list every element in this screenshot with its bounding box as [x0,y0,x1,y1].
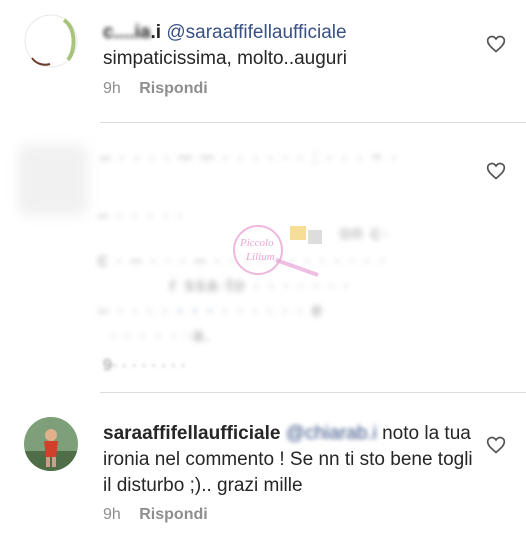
comment-meta: 9h Rispondi [103,506,208,524]
svg-text:Piccolo: Piccolo [239,237,274,249]
comment-2: – · · · · ─ ─ · · · · · · : · · · ~ · – … [0,125,526,390]
comment-text: c....ia.i @saraaffifellaufficiale simpat… [103,20,473,72]
avatar[interactable] [24,417,78,471]
blurred-text: – · · · · · · · · · · · · · e [98,300,324,320]
heart-outline-icon[interactable] [486,161,506,181]
svg-text:Lilium: Lilium [245,251,275,263]
blurred-text: – · · · · · [98,205,185,225]
comment-meta: 9· · · · · · · · [103,357,186,374]
reply-button[interactable]: Rispondi [139,80,207,97]
comment-text: saraaffifellaufficiale @chiarab.i noto l… [103,421,473,499]
timestamp: 9h [103,506,121,523]
mention-link[interactable]: @chiarab.i [286,423,377,444]
heart-outline-icon[interactable] [486,34,506,54]
comment-meta: 9h Rispondi [103,80,208,98]
comment-body: simpaticissima, molto..auguri [103,48,347,69]
divider [100,392,526,393]
blurred-avatar [18,145,88,215]
avatar[interactable] [24,14,78,68]
username[interactable]: saraaffifellaufficiale [103,423,280,444]
username-suffix[interactable]: .i [151,22,162,43]
divider [100,122,526,123]
comment-1: c....ia.i @saraaffifellaufficiale simpat… [0,0,526,115]
timestamp: 9h [103,80,121,97]
mention-link[interactable]: @saraaffifellaufficiale [166,22,346,43]
blurred-text: – · · · · ─ ─ · · · · · · : · · · ~ · [100,147,399,167]
timestamp: 9 [103,357,112,374]
blurred-text: on c· [340,223,391,243]
blurred-text: · · · · · ·a. [110,325,212,345]
heart-outline-icon[interactable] [486,435,506,455]
reply-button[interactable]: Rispondi [139,506,207,523]
username[interactable]: c....ia [103,22,151,43]
watermark-logo: Piccolo Lilium [233,225,322,277]
comment-3: saraaffifellaufficiale @chiarab.i noto l… [0,395,526,535]
